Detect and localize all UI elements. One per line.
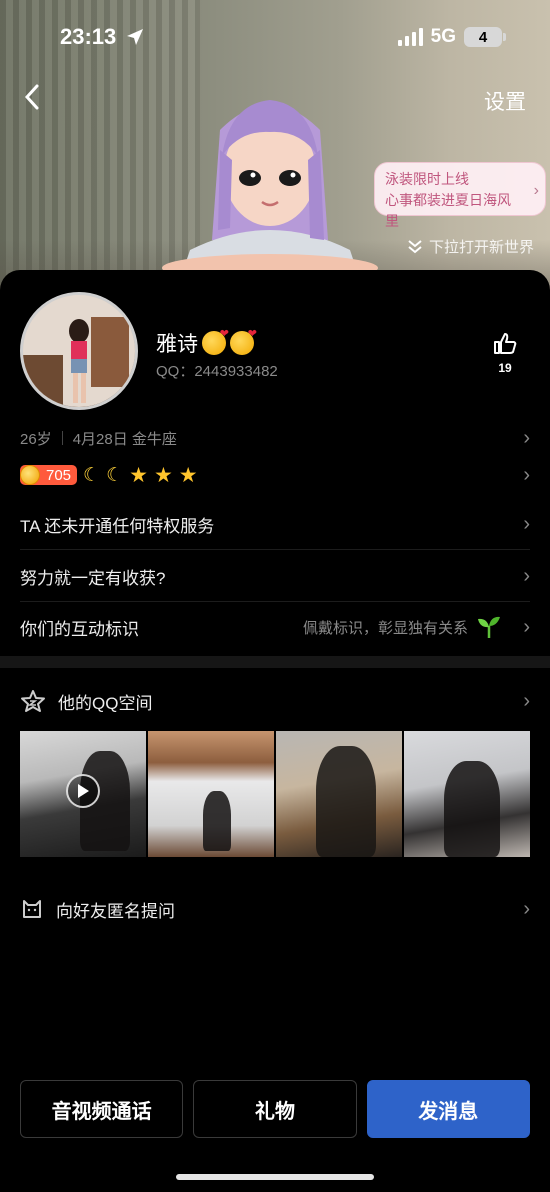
battery-icon: 4 [464,27,506,47]
chevron-right-icon: › [523,463,530,486]
like-count: 19 [498,361,512,375]
home-indicator[interactable] [176,1174,374,1180]
qzone-photo[interactable] [20,731,146,857]
battery-level: 4 [478,28,488,46]
back-button[interactable] [18,82,46,112]
play-icon[interactable] [66,774,100,808]
interaction-title: 你们的互动标识 [20,619,139,639]
interaction-hint: 佩戴标识，彰显独有关系 [302,619,468,637]
anonymous-ask-title: 向好友匿名提问 [56,901,175,921]
status-time-text: 23:13 [60,24,117,49]
status-bar: 23:13 5G 4 [0,0,550,74]
basic-info-row[interactable]: 26岁 4月28日 金牛座 › [20,426,530,450]
chevron-right-icon: › [523,689,530,712]
section-divider [0,656,550,668]
signature-text: 努力就一定有收获? [20,569,166,588]
profile-name: 雅诗 [156,327,257,358]
photo-figure [316,746,376,857]
level-value: 705 [46,466,72,484]
kiss-emoji-icon [202,327,229,355]
chevron-left-icon [24,84,39,110]
chevron-right-icon: › [533,182,539,199]
signature-row[interactable]: 努力就一定有收获? › [20,552,530,602]
age: 26岁 [20,430,52,448]
coin-icon [20,465,40,485]
sprout-icon [478,616,500,638]
chevron-right-icon: › [523,426,530,449]
gift-button[interactable]: 礼物 [193,1080,357,1138]
status-indicators: 5G 4 [397,26,506,48]
chevron-right-icon: › [523,565,530,587]
level-badge: 705 [20,465,78,485]
star-icon: ★ [153,463,173,487]
double-chevron-down-icon [408,239,422,253]
qzone-photo[interactable] [148,731,274,857]
photo-figure [203,791,231,851]
send-message-button[interactable]: 发消息 [366,1080,530,1138]
qzone-photos [20,731,530,857]
qzone-title: 他的QQ空间 [58,693,153,713]
divider [61,431,63,445]
cat-box-icon [23,900,41,918]
photo-figure [444,761,500,857]
avatar-character[interactable] [160,90,380,280]
av-call-button[interactable]: 音视频通话 [20,1080,184,1138]
signal-icon [397,28,423,46]
thumbs-up-icon [494,333,517,354]
avatar-photo [23,295,135,407]
avatar[interactable] [20,292,138,410]
star-icon: ★ [129,463,148,487]
promo-line-1: 泳装限时上线 [385,171,469,187]
chevron-right-icon: › [523,897,530,920]
level-row[interactable]: 705 ☾ ☾ ★ ★ ★ › [20,462,530,488]
action-bar: 音视频通话 礼物 发消息 [20,1080,530,1138]
anonymous-ask-row[interactable]: 向好友匿名提问 › [20,892,530,926]
nickname: 雅诗 [156,333,198,356]
birthday-zodiac: 4月28日 金牛座 [72,430,177,448]
promo-line-2: 心事都装进夏日海风里 [385,192,511,229]
star-icon: ★ [178,463,198,487]
pulldown-hint[interactable]: 下拉打开新世界 [407,236,534,257]
settings-button[interactable]: 设置 [484,86,526,116]
qzone-photo[interactable] [276,731,402,857]
pulldown-hint-text: 下拉打开新世界 [428,239,534,256]
qzone-photo[interactable] [404,731,530,857]
promo-bubble[interactable]: 泳装限时上线 心事都装进夏日海风里 › [374,162,546,229]
qzone-row[interactable]: 他的QQ空间 › [20,684,530,718]
status-time: 23:13 [60,24,144,50]
privilege-text: TA 还未开通任何特权服务 [20,517,215,536]
profile-sheet: 雅诗 QQ：2443933482 19 26岁 4月28日 金牛座 › 705 … [0,270,550,1192]
qq-number[interactable]: QQ：2443933482 [156,360,278,381]
moon-icon: ☾ [83,464,101,486]
moon-icon: ☾ [106,464,124,486]
location-arrow-icon [127,29,144,45]
chevron-right-icon: › [523,513,530,535]
kiss-emoji-icon [230,327,257,355]
qzone-star-icon [21,690,45,712]
like-button[interactable]: 19 [490,332,520,375]
network-type: 5G [430,26,456,47]
interaction-mark-row[interactable]: 你们的互动标识 佩戴标识，彰显独有关系 › [20,602,530,652]
chevron-right-icon: › [523,615,530,638]
privilege-row[interactable]: TA 还未开通任何特权服务 › [20,500,530,550]
